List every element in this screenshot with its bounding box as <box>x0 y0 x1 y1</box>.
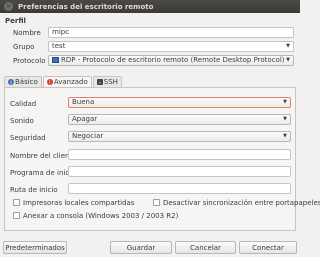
tab-ssh[interactable]: › SSH <box>92 76 122 87</box>
chevron-down-icon: ▼ <box>283 116 287 122</box>
warning-icon: ! <box>46 79 53 85</box>
chevron-down-icon: ▼ <box>286 57 290 63</box>
security-select[interactable]: Negociar ▼ <box>68 131 291 142</box>
sound-label: Sonido <box>10 117 34 125</box>
connect-button[interactable]: Conectar <box>239 241 297 254</box>
attach-console-label: Anexar a consola (Windows 2003 / 2003 R2… <box>23 212 179 220</box>
security-label: Seguridad <box>10 134 46 142</box>
advanced-panel: Calidad Buena ▼ Sonido Apagar ▼ Segurida… <box>4 87 320 231</box>
save-button[interactable]: Guardar <box>110 241 172 254</box>
defaults-button[interactable]: Predeterminados <box>3 241 67 254</box>
protocol-value: RDP - Protocolo de escritorio remoto (Re… <box>61 56 285 64</box>
chevron-down-icon: ▼ <box>283 133 287 139</box>
quality-select[interactable]: Buena ▼ <box>68 97 291 108</box>
disable-clipboard-checkbox[interactable] <box>153 199 160 206</box>
tab-basico-label: Básico <box>15 78 38 86</box>
startup-program-field[interactable] <box>68 166 291 177</box>
quality-value: Buena <box>72 98 95 106</box>
tab-ssh-label: SSH <box>103 78 118 86</box>
sound-select[interactable]: Apagar ▼ <box>68 114 291 125</box>
name-field[interactable]: mipc <box>48 27 294 38</box>
quality-label: Calidad <box>10 100 37 108</box>
tab-avanzado[interactable]: ! Avanzado <box>42 76 92 87</box>
disable-clipboard-label: Desactivar sincronización entre portapap… <box>163 199 320 207</box>
close-window-button[interactable]: ✕ <box>4 2 13 11</box>
group-label: Grupo <box>13 43 35 51</box>
group-combo[interactable]: test ▼ <box>48 41 294 52</box>
protocol-select[interactable]: RDP - Protocolo de escritorio remoto (Re… <box>48 55 294 66</box>
protocol-label: Protocolo <box>13 57 46 65</box>
share-printers-label: Impresoras locales compartidas <box>23 199 135 207</box>
profile-section-title: Perfil <box>5 17 26 25</box>
chevron-down-icon: ▼ <box>286 43 290 49</box>
info-icon: i <box>8 79 14 85</box>
terminal-icon: › <box>96 79 103 85</box>
security-value: Negociar <box>72 132 104 140</box>
client-name-label: Nombre del cliente <box>10 152 77 160</box>
client-name-field[interactable] <box>68 149 291 160</box>
sound-value: Apagar <box>72 115 98 123</box>
startup-path-field[interactable] <box>68 183 291 194</box>
tab-avanzado-label: Avanzado <box>53 78 88 86</box>
window-title: Preferencias del escritorio remoto <box>18 2 154 11</box>
tab-basico[interactable]: i Básico <box>4 76 42 87</box>
startup-path-label: Ruta de inicio <box>10 186 58 194</box>
startup-program-label: Programa de inicio <box>10 169 76 177</box>
tab-bar: i Básico ! Avanzado › SSH <box>4 76 123 87</box>
share-printers-checkbox[interactable] <box>13 199 20 206</box>
cancel-button[interactable]: Cancelar <box>175 241 236 254</box>
title-bar: ✕ Preferencias del escritorio remoto <box>0 0 300 13</box>
attach-console-checkbox[interactable] <box>13 212 20 219</box>
rdp-protocol-icon <box>52 57 59 63</box>
chevron-down-icon: ▼ <box>283 99 287 105</box>
name-label: Nombre <box>13 29 41 37</box>
group-value: test <box>52 42 66 50</box>
